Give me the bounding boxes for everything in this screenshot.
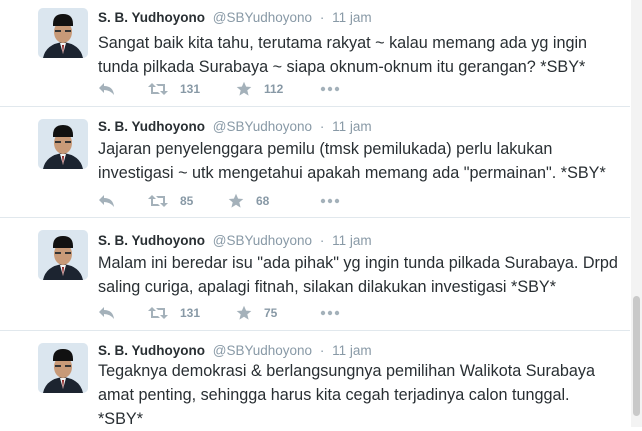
avatar[interactable]	[38, 343, 88, 393]
tweet-header: S. B. Yudhoyono @SBYudhoyono · 11 jam	[98, 10, 372, 26]
reply-icon	[99, 307, 114, 319]
retweet-button[interactable]: 131	[148, 79, 200, 99]
tweet-text: Tegaknya demokrasi & berlangsungnya pemi…	[98, 362, 595, 428]
avatar[interactable]	[38, 8, 88, 58]
reply-icon	[99, 195, 114, 207]
tweet-header: S. B. Yudhoyono @SBYudhoyono · 11 jam	[98, 343, 372, 359]
more-button[interactable]	[320, 303, 340, 323]
author-name[interactable]: S. B. Yudhoyono	[98, 233, 205, 248]
scrollbar-thumb[interactable]	[633, 296, 640, 416]
tweet[interactable]: S. B. Yudhoyono @SBYudhoyono · 11 jam Ja…	[0, 107, 630, 218]
tweet-timeline: S. B. Yudhoyono @SBYudhoyono · 11 jam Sa…	[0, 0, 630, 428]
tweet[interactable]: S. B. Yudhoyono @SBYudhoyono · 11 jam Sa…	[0, 0, 630, 107]
avatar[interactable]	[38, 230, 88, 280]
tweet-actions: 85 68	[98, 191, 398, 211]
like-count: 75	[264, 306, 278, 320]
more-icon	[320, 86, 340, 92]
separator: ·	[319, 119, 325, 134]
author-name[interactable]: S. B. Yudhoyono	[98, 10, 205, 25]
star-icon	[236, 81, 252, 96]
author-handle[interactable]: @SBYudhoyono	[213, 119, 312, 134]
star-icon	[228, 193, 244, 208]
separator: ·	[319, 233, 325, 248]
avatar[interactable]	[38, 119, 88, 169]
like-count: 68	[256, 194, 270, 208]
tweet-text: Malam ini beredar isu "ada pihak" yg ing…	[98, 254, 618, 296]
tweet[interactable]: S. B. Yudhoyono @SBYudhoyono · 11 jam Ma…	[0, 218, 630, 331]
more-icon	[320, 310, 340, 316]
author-name[interactable]: S. B. Yudhoyono	[98, 343, 205, 358]
like-count: 112	[264, 82, 284, 96]
reply-button[interactable]	[98, 79, 116, 99]
more-button[interactable]	[320, 79, 340, 99]
author-handle[interactable]: @SBYudhoyono	[213, 343, 312, 358]
tweet-actions: 131 75	[98, 303, 398, 323]
scrollbar[interactable]	[631, 0, 642, 427]
separator: ·	[319, 10, 325, 25]
tweet[interactable]: S. B. Yudhoyono @SBYudhoyono · 11 jam Te…	[0, 331, 630, 428]
retweet-icon	[148, 83, 168, 95]
retweet-count: 131	[180, 82, 201, 96]
retweet-button[interactable]: 131	[148, 303, 200, 323]
retweet-icon	[148, 195, 168, 207]
like-button[interactable]: 68	[228, 191, 269, 211]
more-button[interactable]	[320, 191, 340, 211]
retweet-count: 85	[180, 194, 194, 208]
author-name[interactable]: S. B. Yudhoyono	[98, 119, 205, 134]
timestamp[interactable]: 11 jam	[332, 343, 372, 358]
timestamp[interactable]: 11 jam	[332, 233, 372, 248]
like-button[interactable]: 112	[236, 79, 283, 99]
tweet-text: Sangat baik kita tahu, terutama rakyat ~…	[98, 34, 588, 76]
retweet-count: 131	[180, 306, 201, 320]
retweet-icon	[148, 307, 168, 319]
tweet-header: S. B. Yudhoyono @SBYudhoyono · 11 jam	[98, 119, 372, 135]
author-handle[interactable]: @SBYudhoyono	[213, 233, 312, 248]
tweet-header: S. B. Yudhoyono @SBYudhoyono · 11 jam	[98, 233, 372, 249]
timestamp[interactable]: 11 jam	[332, 119, 372, 134]
more-icon	[320, 198, 340, 204]
tweet-text: Jajaran penyelenggara pemilu (tmsk pemil…	[98, 140, 606, 182]
retweet-button[interactable]: 85	[148, 191, 193, 211]
like-button[interactable]: 75	[236, 303, 277, 323]
separator: ·	[319, 343, 325, 358]
star-icon	[236, 305, 252, 320]
reply-button[interactable]	[98, 303, 116, 323]
reply-button[interactable]	[98, 191, 116, 211]
tweet-actions: 131 112	[98, 79, 398, 99]
timestamp[interactable]: 11 jam	[332, 10, 372, 25]
author-handle[interactable]: @SBYudhoyono	[213, 10, 312, 25]
reply-icon	[99, 83, 114, 95]
